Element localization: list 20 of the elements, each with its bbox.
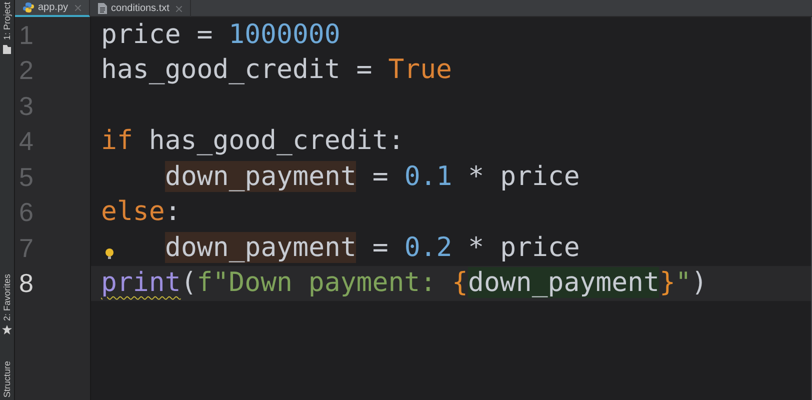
tool-window-button[interactable]: 1: Project xyxy=(1,2,13,40)
star-icon xyxy=(2,325,12,336)
code-line: down_payment = 0.2 * price xyxy=(164,232,580,264)
code-line: down_payment = 0.1 * price xyxy=(164,160,580,193)
line-number: 8 xyxy=(19,268,34,298)
code-line: has_good_credit = True xyxy=(100,54,452,86)
close-icon[interactable] xyxy=(176,6,182,12)
folder-icon xyxy=(2,44,12,56)
tool-window-button[interactable]: Structure xyxy=(1,361,13,398)
lightbulb-icon[interactable] xyxy=(105,248,114,260)
code-line: print(f"Down payment: {down_payment}") xyxy=(100,267,708,300)
text-file-icon xyxy=(98,3,108,14)
file-tab[interactable]: conditions.txt xyxy=(90,0,192,17)
code-line: else: xyxy=(100,196,181,228)
close-icon[interactable] xyxy=(75,4,82,10)
tool-window-button[interactable]: 2: Favorites xyxy=(1,274,13,322)
code-line: price = 1000000 xyxy=(100,18,340,51)
file-tab[interactable]: app.py xyxy=(15,0,90,17)
code-line: if has_good_credit: xyxy=(100,125,404,158)
python-file-icon xyxy=(23,2,34,13)
